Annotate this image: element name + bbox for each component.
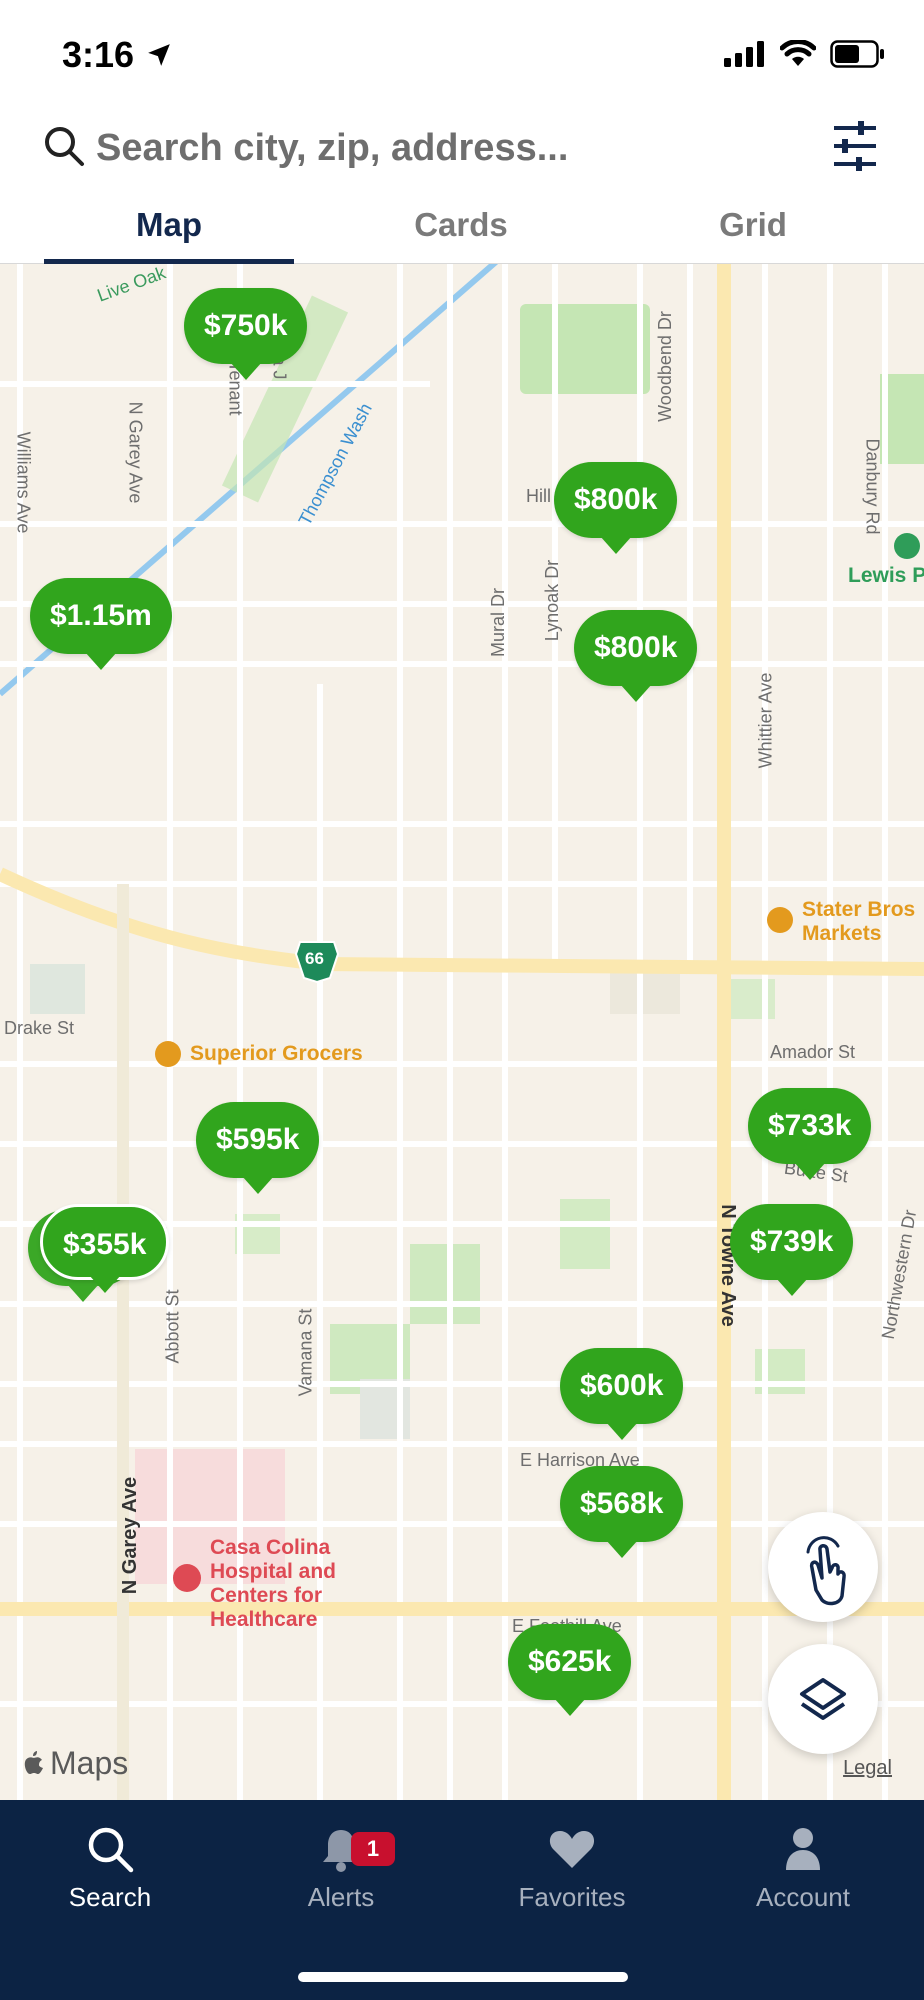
- person-icon: [786, 1828, 820, 1870]
- bottom-tab-bar: Search 1 Alerts Favorites Account: [0, 1800, 924, 2000]
- poi-label-line: Markets: [802, 922, 882, 945]
- street-label: Amador St: [770, 1042, 856, 1062]
- nav-label: Search: [68, 1882, 152, 1912]
- nav-label: Favorites: [518, 1882, 626, 1912]
- poi-label-line: Hospital and: [210, 1560, 337, 1583]
- poi-label-line: Healthcare: [210, 1608, 318, 1631]
- street-label: Abbott St: [162, 1289, 183, 1364]
- street-label: Drake St: [4, 1018, 75, 1038]
- price-pin[interactable]: $568k: [560, 1466, 684, 1558]
- poi-label-line: Centers for: [210, 1584, 323, 1607]
- apple-logo-icon: [24, 1750, 43, 1774]
- search-input[interactable]: [96, 120, 796, 176]
- heart-icon: [549, 1831, 595, 1868]
- maps-attribution-text: Maps: [50, 1745, 129, 1781]
- nav-favorites[interactable]: Favorites: [472, 1822, 672, 1913]
- price-pin[interactable]: $750k: [184, 288, 308, 380]
- price-pin[interactable]: $733k: [748, 1088, 872, 1180]
- poi-label-line: Stater Bros: [802, 898, 916, 921]
- nav-label: Account: [756, 1882, 850, 1912]
- street-label: Whittier Ave: [755, 672, 776, 769]
- price-pin[interactable]: $600k: [560, 1348, 684, 1440]
- street-label: Danbury Rd: [862, 438, 883, 535]
- status-bar: 3:16: [0, 0, 924, 110]
- poi-lewis-park[interactable]: Lewis P: [848, 564, 924, 588]
- tab-grid[interactable]: Grid: [628, 190, 878, 264]
- street-label: Woodbend Dr: [654, 311, 675, 422]
- street-label: N Garey Ave: [125, 401, 146, 504]
- status-time: 3:16: [62, 34, 135, 75]
- layers-icon: [800, 1678, 846, 1720]
- signal-icon: [724, 41, 764, 67]
- view-tabs: Map Cards Grid: [0, 190, 924, 264]
- nav-search[interactable]: Search: [10, 1822, 210, 1913]
- search-icon: [45, 127, 84, 166]
- poi-stater-bros[interactable]: Stater Bros Markets: [802, 898, 915, 946]
- status-indicators: [724, 40, 886, 68]
- legal-link[interactable]: Legal: [843, 1757, 892, 1780]
- location-arrow-icon: [148, 44, 170, 66]
- map-view[interactable]: Live Oak Williams Ave N Garey Ave Tenant…: [0, 264, 924, 1800]
- street-label: Mural Dr: [488, 587, 509, 658]
- price-pin[interactable]: $739k: [730, 1204, 854, 1296]
- home-indicator: [298, 1972, 628, 1982]
- draw-area-button[interactable]: [768, 1512, 878, 1622]
- search-icon: [88, 1827, 134, 1873]
- price-pin[interactable]: $625k: [508, 1624, 632, 1716]
- poi-label-line: Casa Colina: [210, 1536, 331, 1559]
- nav-alerts[interactable]: 1 Alerts: [241, 1822, 441, 1913]
- poi-casa-colina-hospital[interactable]: Casa Colina Hospital and Centers for Hea…: [210, 1536, 336, 1632]
- nav-account[interactable]: Account: [703, 1822, 903, 1913]
- battery-icon: [830, 40, 884, 68]
- alerts-badge: 1: [351, 1832, 395, 1866]
- tab-map[interactable]: Map: [44, 190, 294, 264]
- price-pin[interactable]: $1.15m: [30, 578, 172, 670]
- street-label: Lynoak Dr: [542, 559, 563, 642]
- street-label: Williams Ave: [13, 431, 34, 534]
- price-pin[interactable]: $800k: [574, 610, 698, 702]
- price-pin[interactable]: $595k: [196, 1102, 320, 1194]
- hand-pointer-icon: [806, 1536, 846, 1606]
- route-66-shield: 66: [305, 949, 324, 968]
- wifi-icon: [780, 40, 816, 66]
- price-pin[interactable]: $355k: [40, 1204, 170, 1293]
- tab-cards[interactable]: Cards: [336, 190, 586, 264]
- nav-label: Alerts: [307, 1882, 375, 1912]
- poi-superior-grocers[interactable]: Superior Grocers: [190, 1042, 363, 1066]
- street-label: N Garey Ave: [119, 1476, 142, 1595]
- search-bar: [0, 110, 924, 190]
- map-layers-button[interactable]: [768, 1644, 878, 1754]
- filter-sliders-icon[interactable]: [830, 120, 880, 172]
- price-pin[interactable]: $800k: [554, 462, 678, 554]
- street-label: Hill: [526, 486, 551, 506]
- apple-maps-attribution: Maps: [22, 1745, 128, 1782]
- street-label: Vamana St: [295, 1308, 316, 1397]
